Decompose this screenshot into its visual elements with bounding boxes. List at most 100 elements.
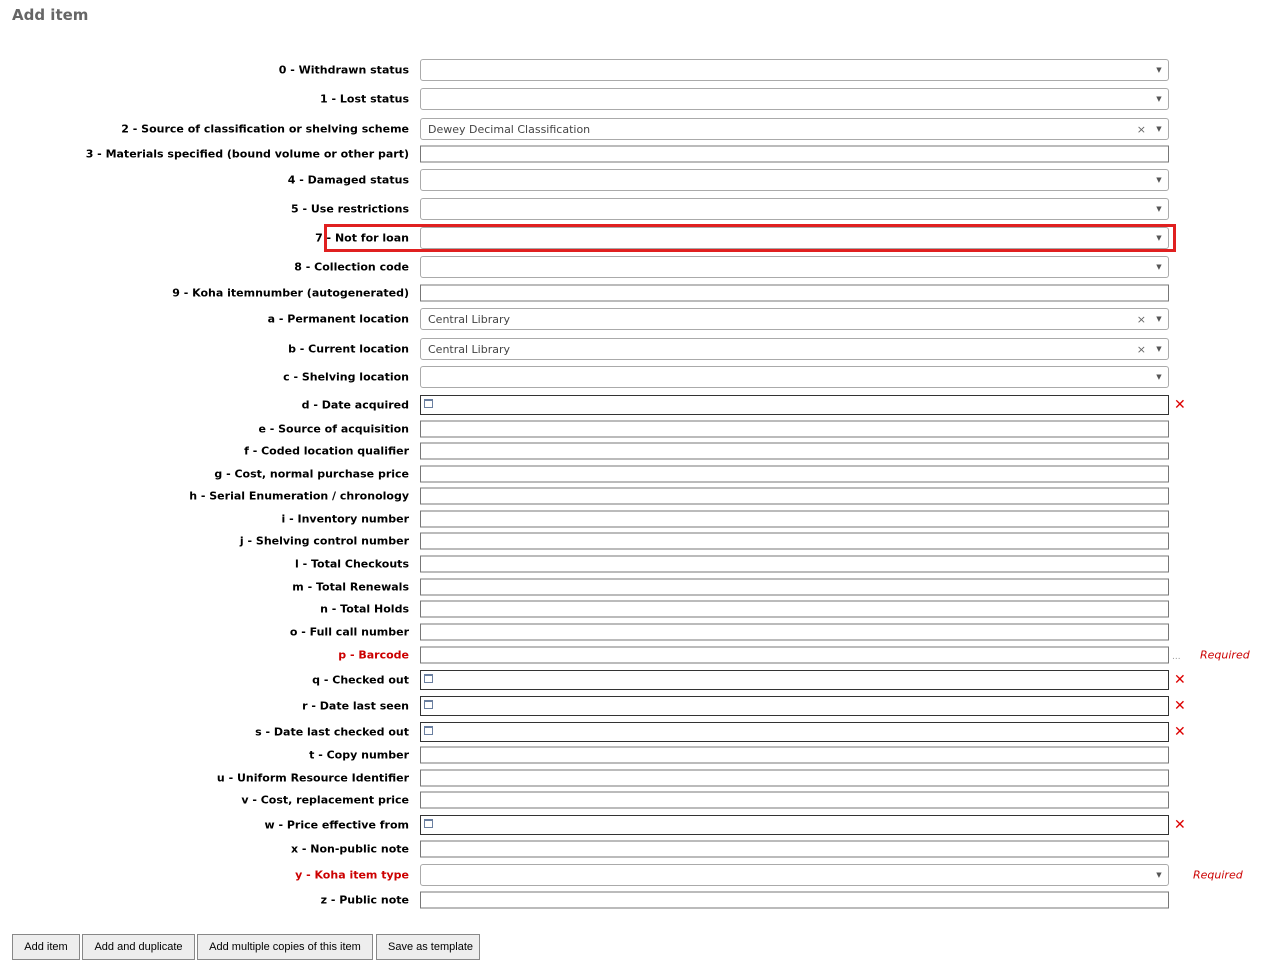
use-restrictions-select[interactable]: ▼ [420, 198, 1169, 220]
field-label: t - Copy number [309, 748, 409, 762]
field-label: i - Inventory number [281, 512, 409, 526]
public-note-input[interactable] [420, 891, 1169, 909]
inventory-number-input[interactable] [420, 510, 1169, 528]
field-label: x - Non-public note [290, 842, 409, 856]
add-item-button[interactable]: Add item [12, 934, 80, 960]
copy-number-input[interactable] [420, 746, 1169, 764]
not-for-loan-select[interactable]: ▼ [420, 227, 1169, 249]
field-label: 5 - Use restrictions [290, 202, 409, 216]
field-label: h - Serial Enumeration / chronology [189, 489, 409, 503]
cost-replacement-price-input[interactable] [420, 791, 1169, 809]
full-call-number-input[interactable] [420, 623, 1169, 641]
plugin-button[interactable]: ... [1172, 652, 1181, 662]
shelving-control-number-input[interactable] [420, 532, 1169, 550]
checked-out-date-input[interactable] [420, 670, 1169, 690]
date-acquired-date-input[interactable] [420, 395, 1169, 415]
koha-item-type-select[interactable]: ▼ [420, 864, 1169, 886]
field-label: 4 - Damaged status [287, 173, 409, 187]
serial-enumeration-chronology-input[interactable] [420, 487, 1169, 505]
field-label: l - Total Checkouts [295, 557, 409, 571]
chevron-down-icon[interactable]: ▼ [1150, 309, 1168, 329]
field-label: u - Uniform Resource Identifier [216, 771, 409, 785]
field-label: a - Permanent location [267, 312, 409, 326]
chevron-down-icon[interactable]: ▼ [1150, 257, 1168, 277]
source-of-acquisition-input[interactable] [420, 420, 1169, 438]
field-label: j - Shelving control number [239, 534, 409, 548]
field-label: z - Public note [320, 893, 409, 907]
required-indicator: Required [1193, 868, 1243, 882]
price-effective-from-date-input[interactable] [420, 815, 1169, 835]
calendar-icon[interactable] [424, 674, 433, 683]
cost-normal-purchase-price-input[interactable] [420, 465, 1169, 483]
clear-date-icon[interactable]: ✕ [1174, 724, 1186, 740]
chevron-down-icon[interactable]: ▼ [1150, 170, 1168, 190]
coded-location-qualifier-input[interactable] [420, 442, 1169, 460]
koha-itemnumber-autogenerated-input[interactable] [420, 284, 1169, 302]
current-location-select[interactable]: Central Library × ▼ [420, 338, 1169, 360]
field-label: 9 - Koha itemnumber (autogenerated) [172, 286, 409, 300]
clear-date-icon[interactable]: ✕ [1174, 817, 1186, 833]
total-holds-input[interactable] [420, 600, 1169, 618]
required-indicator: Required [1200, 648, 1250, 662]
barcode-input[interactable] [420, 646, 1169, 664]
clear-date-icon[interactable]: ✕ [1174, 397, 1186, 413]
field-label: e - Source of acquisition [258, 422, 409, 436]
field-label: m - Total Renewals [292, 580, 409, 594]
calendar-icon[interactable] [424, 819, 433, 828]
field-label: g - Cost, normal purchase price [214, 467, 409, 481]
total-renewals-input[interactable] [420, 578, 1169, 596]
chevron-down-icon[interactable]: ▼ [1150, 119, 1168, 139]
field-label: v - Cost, replacement price [241, 793, 409, 807]
add-and-duplicate-button[interactable]: Add and duplicate [82, 934, 195, 960]
damaged-status-select[interactable]: ▼ [420, 169, 1169, 191]
page-title: Add item [12, 6, 89, 24]
date-last-checked-out-date-input[interactable] [420, 722, 1169, 742]
collection-code-select[interactable]: ▼ [420, 256, 1169, 278]
field-label: p - Barcode [338, 648, 409, 662]
chevron-down-icon[interactable]: ▼ [1150, 89, 1168, 109]
chevron-down-icon[interactable]: ▼ [1150, 60, 1168, 80]
field-label: o - Full call number [289, 625, 409, 639]
chevron-down-icon[interactable]: ▼ [1150, 367, 1168, 387]
field-label: 1 - Lost status [320, 92, 409, 106]
chevron-down-icon[interactable]: ▼ [1150, 339, 1168, 359]
uniform-resource-identifier-input[interactable] [420, 769, 1169, 787]
permanent-location-select[interactable]: Central Library × ▼ [420, 308, 1169, 330]
field-label: 8 - Collection code [294, 260, 409, 274]
chevron-down-icon[interactable]: ▼ [1150, 228, 1168, 248]
field-label: s - Date last checked out [255, 725, 409, 739]
clear-icon[interactable]: × [1137, 313, 1146, 326]
field-label: 7 - Not for loan [315, 231, 409, 245]
clear-icon[interactable]: × [1137, 343, 1146, 356]
clear-date-icon[interactable]: ✕ [1174, 672, 1186, 688]
field-label: d - Date acquired [301, 398, 409, 412]
source-of-classification-or-shelving-scheme-select[interactable]: Dewey Decimal Classification × ▼ [420, 118, 1169, 140]
field-label: f - Coded location qualifier [244, 444, 409, 458]
lost-status-select[interactable]: ▼ [420, 88, 1169, 110]
chevron-down-icon[interactable]: ▼ [1150, 199, 1168, 219]
calendar-icon[interactable] [424, 399, 433, 408]
clear-icon[interactable]: × [1137, 123, 1146, 136]
field-label: w - Price effective from [264, 818, 409, 832]
field-label: y - Koha item type [295, 868, 409, 882]
field-label: c - Shelving location [283, 370, 409, 384]
date-last-seen-date-input[interactable] [420, 696, 1169, 716]
field-label: b - Current location [288, 342, 409, 356]
add-multiple-copies-of-this-item-button[interactable]: Add multiple copies of this item [197, 934, 373, 960]
selected-value: Central Library [428, 343, 511, 356]
field-label: 3 - Materials specified (bound volume or… [85, 147, 409, 161]
field-label: 2 - Source of classification or shelving… [121, 122, 409, 136]
save-as-template-button[interactable]: Save as template [376, 934, 480, 960]
calendar-icon[interactable] [424, 726, 433, 735]
calendar-icon[interactable] [424, 700, 433, 709]
shelving-location-select[interactable]: ▼ [420, 366, 1169, 388]
clear-date-icon[interactable]: ✕ [1174, 698, 1186, 714]
total-checkouts-input[interactable] [420, 555, 1169, 573]
non-public-note-input[interactable] [420, 840, 1169, 858]
materials-specified-bound-volume-or-other-part-input[interactable] [420, 145, 1169, 163]
chevron-down-icon[interactable]: ▼ [1150, 865, 1168, 885]
selected-value: Central Library [428, 313, 511, 326]
field-label: r - Date last seen [302, 699, 409, 713]
withdrawn-status-select[interactable]: ▼ [420, 59, 1169, 81]
field-label: q - Checked out [312, 673, 409, 687]
